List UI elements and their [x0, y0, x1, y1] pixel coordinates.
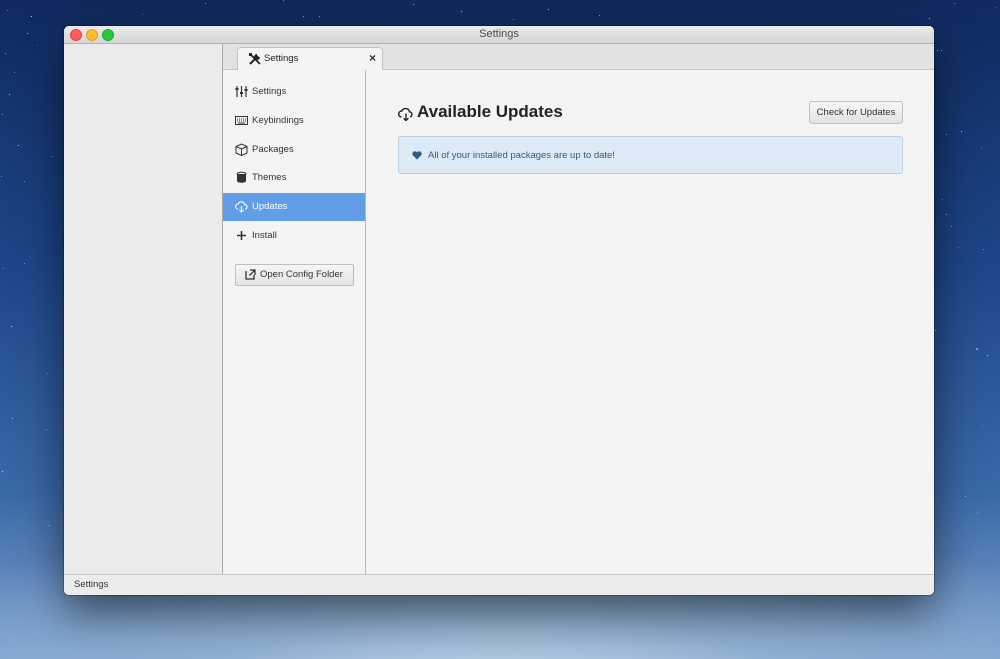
tab-close-icon[interactable]: ×: [369, 51, 376, 65]
cloud-download-icon: [398, 107, 413, 121]
nav-item-packages[interactable]: Packages: [223, 136, 365, 164]
app-window: Settings Settings × Settings Keybindings…: [64, 26, 934, 595]
star-decoration: [461, 11, 462, 12]
star-decoration: [24, 181, 25, 182]
star-decoration: [319, 16, 320, 17]
star-decoration: [7, 10, 8, 11]
updates-panel: Available Updates Check for Updates All …: [366, 70, 934, 575]
star-decoration: [18, 145, 19, 146]
window-title: Settings: [479, 28, 519, 40]
star-decoration: [31, 16, 32, 17]
star-decoration: [27, 33, 28, 34]
status-text: Settings: [74, 579, 109, 590]
star-decoration: [51, 156, 52, 157]
star-decoration: [24, 263, 25, 264]
star-decoration: [996, 7, 997, 8]
star-decoration: [983, 249, 984, 250]
star-decoration: [2, 114, 3, 115]
nav-item-label: Keybindings: [252, 115, 304, 126]
star-decoration: [37, 45, 38, 46]
nav-item-label: Packages: [252, 144, 294, 155]
star-decoration: [976, 348, 978, 350]
tab-settings[interactable]: Settings ×: [237, 47, 383, 71]
star-decoration: [283, 0, 284, 1]
paint-bucket-icon: [236, 171, 247, 183]
star-decoration: [3, 268, 4, 269]
star-decoration: [946, 134, 947, 135]
star-decoration: [937, 50, 938, 51]
star-decoration: [303, 16, 304, 17]
star-decoration: [981, 148, 982, 149]
nav-item-settings[interactable]: Settings: [223, 78, 365, 106]
star-decoration: [47, 373, 48, 374]
star-decoration: [942, 199, 943, 200]
section-title: Available Updates: [417, 102, 563, 121]
nav-item-updates[interactable]: Updates: [223, 193, 365, 221]
star-decoration: [46, 429, 47, 430]
heart-icon: [412, 151, 422, 160]
star-decoration: [987, 355, 988, 356]
config-button-label: Open Config Folder: [260, 269, 343, 280]
external-link-icon: [245, 269, 256, 280]
alert-message: All of your installed packages are up to…: [428, 150, 615, 161]
star-decoration: [12, 418, 13, 419]
star-decoration: [548, 9, 549, 10]
nav-item-label: Settings: [252, 86, 287, 97]
star-decoration: [599, 15, 600, 16]
star-decoration: [941, 50, 942, 51]
tools-icon: [249, 53, 261, 65]
open-config-folder-button[interactable]: Open Config Folder: [235, 264, 354, 286]
star-decoration: [205, 3, 206, 4]
star-decoration: [2, 471, 3, 472]
nav-item-label: Install: [252, 230, 277, 241]
star-decoration: [977, 512, 978, 513]
star-decoration: [513, 19, 514, 20]
cloud-download-icon: [235, 201, 248, 213]
sliders-icon: [235, 86, 248, 97]
status-bar: Settings: [64, 574, 934, 595]
star-decoration: [946, 214, 947, 215]
star-decoration: [11, 326, 12, 327]
nav-item-install[interactable]: Install: [223, 222, 365, 250]
nav-item-keybindings[interactable]: Keybindings: [223, 107, 365, 135]
nav-item-label: Updates: [252, 201, 288, 212]
star-decoration: [951, 226, 952, 227]
tab-label: Settings: [264, 53, 299, 64]
star-decoration: [929, 18, 930, 19]
nav-item-label: Themes: [252, 172, 287, 183]
star-decoration: [958, 247, 959, 248]
star-decoration: [413, 4, 414, 5]
star-decoration: [961, 131, 962, 132]
star-decoration: [49, 525, 50, 526]
star-decoration: [935, 330, 936, 331]
star-decoration: [5, 53, 6, 54]
check-for-updates-button[interactable]: Check for Updates: [809, 101, 903, 124]
tab-bar: Settings ×: [223, 44, 934, 71]
star-decoration: [9, 94, 10, 95]
star-decoration: [965, 496, 966, 497]
up-to-date-alert: All of your installed packages are up to…: [398, 136, 903, 174]
plus-icon: [237, 231, 246, 240]
nav-item-themes[interactable]: Themes: [223, 164, 365, 192]
star-decoration: [14, 72, 15, 73]
keyboard-icon: [235, 116, 248, 125]
title-bar: Settings: [64, 26, 934, 44]
star-decoration: [954, 3, 955, 4]
tree-view-pane[interactable]: [64, 44, 223, 575]
settings-nav: Settings Keybindings Packages Themes Upd…: [223, 70, 366, 575]
package-icon: [235, 143, 248, 156]
star-decoration: [1, 176, 2, 177]
star-decoration: [142, 14, 143, 15]
star-decoration: [982, 425, 983, 426]
